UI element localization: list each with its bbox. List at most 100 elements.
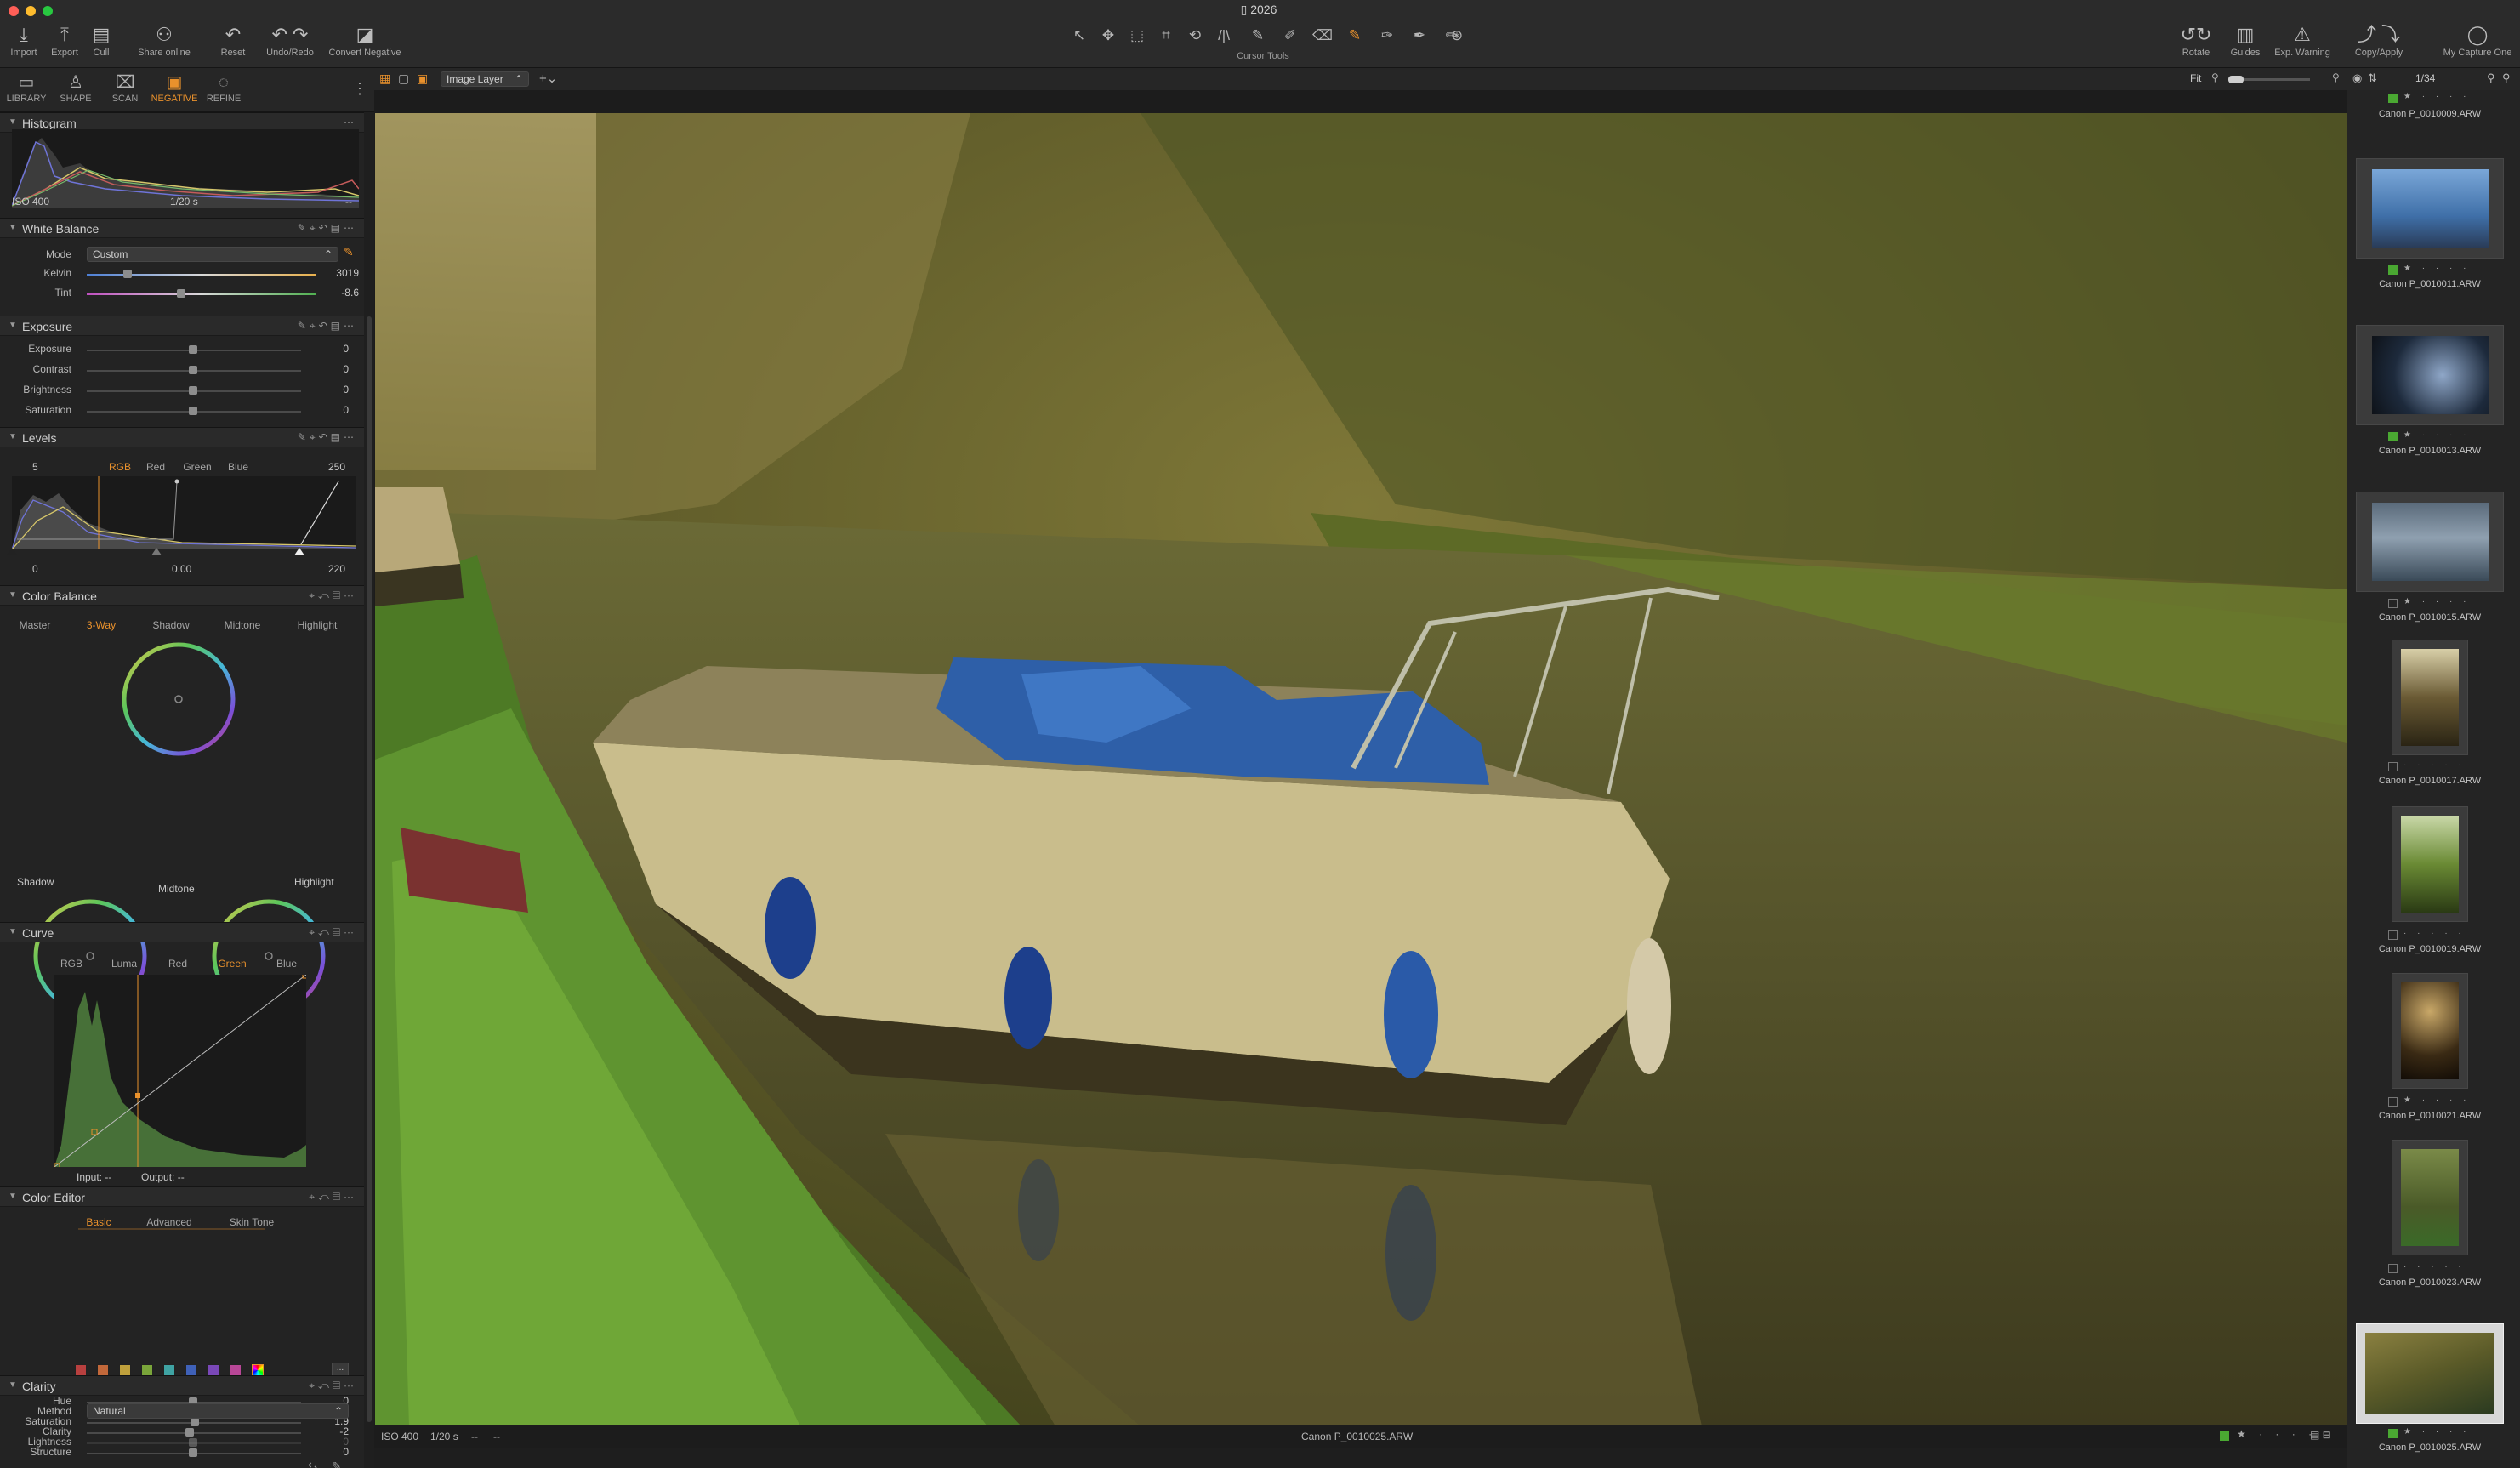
- ce-reset-icon[interactable]: ⇆: [308, 1459, 318, 1468]
- color-tag[interactable]: [2388, 599, 2398, 608]
- color-swatch[interactable]: [185, 1364, 197, 1376]
- color-balance-header[interactable]: ▼ Color Balance ⌖↶▤⋯: [0, 585, 364, 606]
- color-tag[interactable]: [2388, 930, 2398, 940]
- ce-lightness-knob[interactable]: [189, 1438, 197, 1447]
- curve-tab-luma[interactable]: Luma: [109, 958, 139, 970]
- rotate-cursor-tool[interactable]: ⟲: [1180, 24, 1209, 48]
- export-button[interactable]: ⤒ Export: [46, 22, 83, 58]
- exposure-knob[interactable]: [189, 345, 197, 354]
- levels-midpoint[interactable]: 0.00: [172, 563, 191, 575]
- browser-item-selected[interactable]: ★ · · · · Canon P_0010025.ARW: [2352, 1323, 2507, 1468]
- midtone-color-wheel[interactable]: [119, 640, 238, 759]
- ce-saturation-knob[interactable]: [191, 1418, 199, 1426]
- keystone-cursor-tool[interactable]: /|\: [1209, 24, 1238, 48]
- thumbnail[interactable]: [2356, 492, 2504, 592]
- crop-cursor-tool[interactable]: ⌗: [1152, 24, 1180, 48]
- browser-item[interactable]: · · · · · Canon P_0010019.ARW: [2352, 806, 2507, 973]
- curve-graph[interactable]: [54, 975, 306, 1167]
- exposure-value[interactable]: 0: [313, 343, 349, 355]
- exposure-warning-button[interactable]: ⚠ Exp. Warning: [2271, 22, 2334, 58]
- photo-canvas[interactable]: [375, 113, 2347, 1426]
- select-cursor-tool[interactable]: ↖: [1065, 24, 1094, 48]
- zoom-level[interactable]: Fit: [2190, 72, 2201, 84]
- browser-item[interactable]: ★ · · · · Canon P_0010013.ARW: [2352, 325, 2507, 492]
- brush-cursor-tool[interactable]: ✐: [1276, 24, 1305, 48]
- color-swatch[interactable]: [230, 1364, 242, 1376]
- copy-apply-button[interactable]: ⤴ ⤵ Copy/Apply: [2352, 22, 2405, 58]
- clarity-value[interactable]: -2: [313, 1425, 349, 1437]
- color-swatch-picker[interactable]: [252, 1364, 264, 1376]
- wb-picker-icon[interactable]: ✎: [344, 245, 354, 259]
- clarity-slider[interactable]: [87, 1432, 301, 1434]
- curve-tab-red[interactable]: Red: [165, 958, 191, 970]
- curve-tab-rgb[interactable]: RGB: [58, 958, 85, 970]
- color-swatch[interactable]: [141, 1364, 153, 1376]
- tint-slider[interactable]: [87, 293, 316, 295]
- cb-tab-highlight[interactable]: Highlight: [293, 619, 342, 631]
- status-rating-stars[interactable]: ★ · · · ·: [2237, 1428, 2317, 1440]
- tab-scan[interactable]: ⌧ SCAN: [100, 68, 150, 112]
- clarity-header[interactable]: ▼ Clarity ⌖↶▤⋯: [0, 1375, 364, 1396]
- loupe-cursor-tool[interactable]: ⬚: [1123, 24, 1152, 48]
- levels-white-handle[interactable]: [294, 548, 304, 555]
- tint-value[interactable]: -8.6: [323, 287, 359, 299]
- browser-item[interactable]: ★ · · · · Canon P_0010021.ARW: [2352, 973, 2507, 1140]
- clarity-knob[interactable]: [185, 1428, 194, 1437]
- color-tag[interactable]: [2388, 1097, 2398, 1107]
- contrast-value[interactable]: 0: [313, 363, 349, 375]
- browser-filter-icon[interactable]: ⚲: [2502, 71, 2511, 85]
- contrast-knob[interactable]: [189, 366, 197, 374]
- color-swatch[interactable]: [163, 1364, 175, 1376]
- mask-brush-cursor-tool[interactable]: ✎: [1340, 24, 1369, 48]
- structure-knob[interactable]: [189, 1448, 197, 1457]
- rating-stars[interactable]: ★ · · · ·: [2403, 430, 2470, 440]
- add-layer-icon[interactable]: +⌄: [539, 71, 557, 86]
- ce-more-button[interactable]: ...: [332, 1363, 349, 1376]
- levels-tab-green[interactable]: Green: [180, 461, 214, 473]
- levels-input-low[interactable]: 5: [32, 461, 38, 473]
- close-window-button[interactable]: [9, 6, 19, 16]
- multi-view-icon[interactable]: ▣: [417, 71, 428, 86]
- rating-stars[interactable]: · · · · ·: [2403, 760, 2466, 770]
- eye-icon[interactable]: ◉: [2352, 71, 2362, 85]
- kelvin-value[interactable]: 3019: [323, 267, 359, 279]
- color-swatch[interactable]: [208, 1364, 219, 1376]
- my-capture-one-button[interactable]: ◯ My Capture One: [2438, 22, 2517, 58]
- ce-tab-advanced[interactable]: Advanced: [143, 1216, 196, 1228]
- color-editor-header[interactable]: ▼ Color Editor ⌖↶▤⋯: [0, 1186, 364, 1207]
- brightness-knob[interactable]: [189, 386, 197, 395]
- kelvin-knob[interactable]: [123, 270, 132, 278]
- color-swatch[interactable]: [119, 1364, 131, 1376]
- levels-mid-handle[interactable]: [151, 548, 162, 555]
- cb-tab-3way[interactable]: 3-Way: [80, 619, 122, 631]
- curve-tab-blue[interactable]: Blue: [274, 958, 299, 970]
- color-tag[interactable]: [2388, 432, 2398, 441]
- levels-input-high[interactable]: 250: [328, 461, 345, 473]
- browser-search-icon[interactable]: ⚲: [2487, 71, 2495, 85]
- import-button[interactable]: ⤓ Import: [5, 22, 43, 58]
- minimize-window-button[interactable]: [26, 6, 36, 16]
- rating-stars[interactable]: · · · · ·: [2403, 1262, 2466, 1272]
- tab-refine[interactable]: ◌ REFINE: [199, 68, 248, 112]
- tool-tabs-more-icon[interactable]: ⋮: [352, 80, 367, 98]
- color-tag[interactable]: [2388, 1429, 2398, 1438]
- levels-output-low[interactable]: 0: [32, 563, 38, 575]
- zoom-window-button[interactable]: [43, 6, 53, 16]
- zoom-in-icon[interactable]: ⚲: [2332, 71, 2340, 83]
- levels-tab-blue[interactable]: Blue: [225, 461, 252, 473]
- color-tag[interactable]: [2388, 1264, 2398, 1273]
- thumbnail[interactable]: [2392, 806, 2468, 922]
- erase-cursor-tool[interactable]: ⌫: [1308, 24, 1337, 48]
- picker-cursor-tool[interactable]: ✎: [1243, 24, 1272, 48]
- color-picker-cursor-tool[interactable]: ⊛: [1442, 24, 1471, 48]
- browser-item[interactable]: ★ · · · · Canon P_0010015.ARW: [2352, 492, 2507, 658]
- rating-stars[interactable]: ★ · · · ·: [2403, 92, 2470, 101]
- color-swatch[interactable]: [75, 1364, 87, 1376]
- levels-tab-rgb[interactable]: RGB: [105, 461, 134, 473]
- levels-output-high[interactable]: 220: [328, 563, 345, 575]
- guides-button[interactable]: ▥ Guides: [2227, 22, 2264, 58]
- tab-library[interactable]: ▭ LIBRARY: [2, 68, 51, 112]
- cb-tab-master[interactable]: Master: [14, 619, 56, 631]
- levels-header[interactable]: ▼ Levels ✎⌖↶▤⋯: [0, 427, 364, 447]
- color-tag[interactable]: [2388, 762, 2398, 771]
